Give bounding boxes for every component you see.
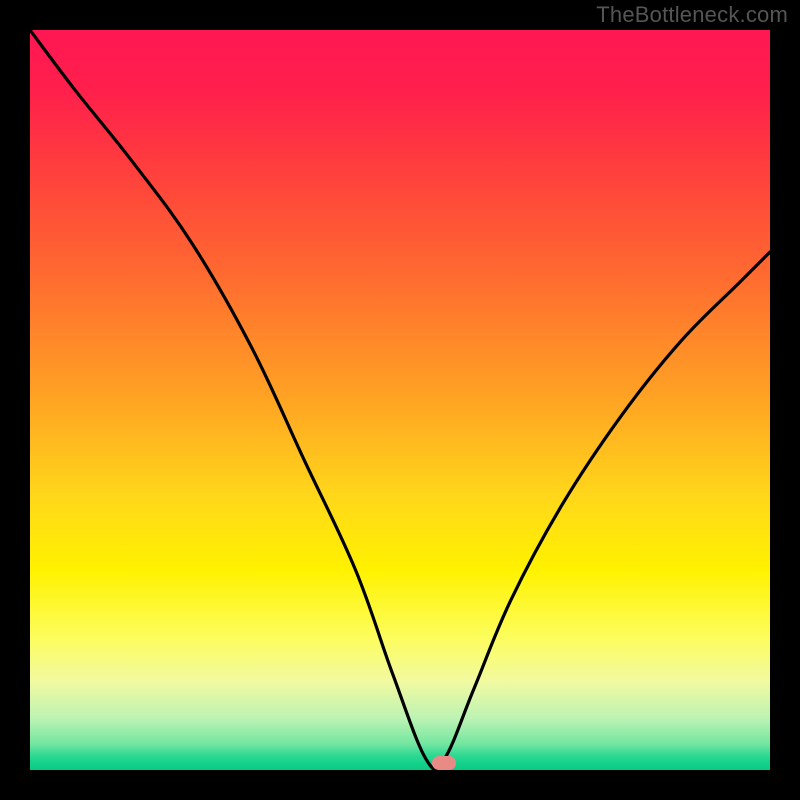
bottleneck-curve — [30, 30, 770, 769]
curve-layer — [30, 30, 770, 770]
optimal-point-marker — [432, 756, 456, 770]
attribution-label: TheBottleneck.com — [596, 2, 788, 28]
chart-frame: TheBottleneck.com — [0, 0, 800, 800]
plot-area — [30, 30, 770, 770]
